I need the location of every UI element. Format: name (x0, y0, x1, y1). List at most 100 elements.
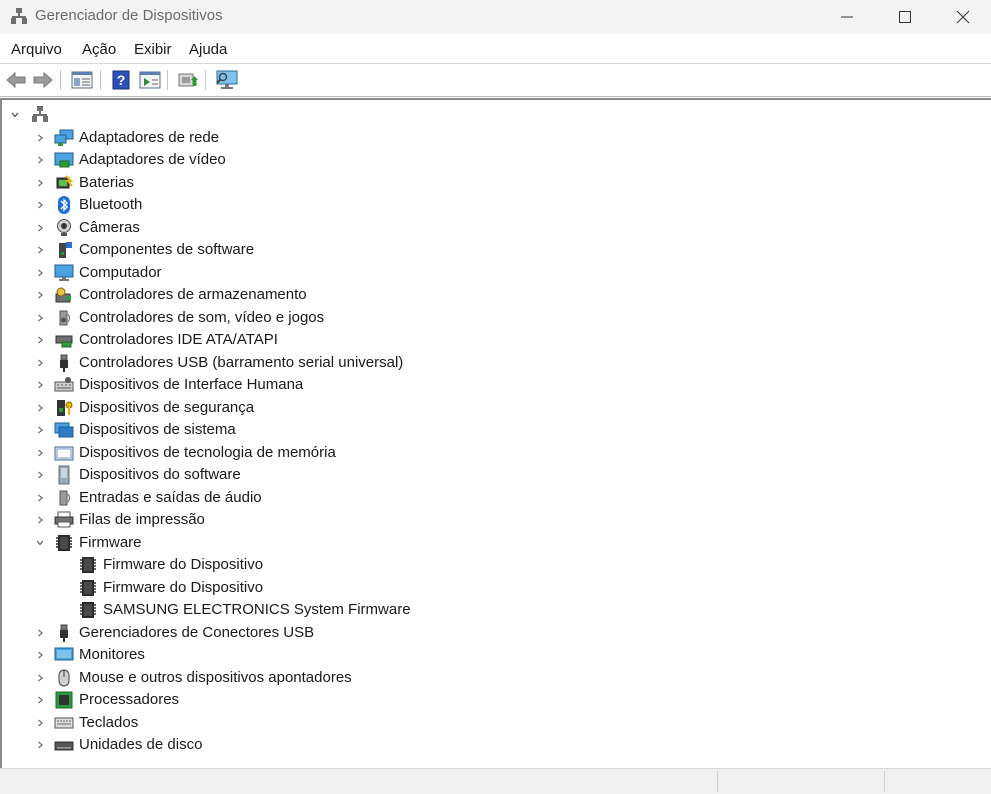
tree-category[interactable]: Componentes de software (2, 239, 602, 261)
tree-category[interactable]: Entradas e saídas de áudio (2, 487, 602, 509)
forward-button[interactable] (31, 68, 55, 92)
tree-category-label: Adaptadores de rede (79, 128, 220, 146)
tree-category-label: Controladores IDE ATA/ATAPI (79, 331, 278, 348)
tree-category[interactable]: Firmware (2, 532, 602, 554)
minimize-button[interactable] (824, 0, 870, 34)
run-icon (139, 71, 161, 89)
scan-hardware-button[interactable] (215, 68, 239, 92)
tree-category[interactable]: Filas de impressão (2, 509, 602, 531)
maximize-button[interactable] (882, 0, 928, 34)
chevron-right-icon[interactable] (35, 335, 45, 345)
tree-category-label: Filas de impressão (79, 511, 205, 528)
chevron-right-icon[interactable] (35, 290, 45, 300)
tree-category[interactable]: Processadores (2, 689, 602, 711)
network-adapter-icon (54, 129, 74, 146)
chevron-right-icon[interactable] (35, 133, 45, 143)
tree-category[interactable]: Adaptadores de rede (2, 127, 602, 149)
tree-device[interactable]: Firmware do Dispositivo (2, 577, 602, 599)
tree-category[interactable]: Teclados (2, 712, 602, 734)
chevron-right-icon[interactable] (35, 155, 45, 165)
tree-category[interactable]: Monitores (2, 644, 602, 666)
tree-root[interactable] (2, 104, 202, 126)
properties-button[interactable] (70, 68, 94, 92)
audio-io-icon (59, 490, 71, 505)
chevron-right-icon[interactable] (35, 470, 45, 480)
chevron-right-icon[interactable] (35, 223, 45, 233)
chevron-right-icon[interactable] (35, 740, 45, 750)
tree-device-label: SAMSUNG ELECTRONICS System Firmware (103, 601, 411, 618)
tree-category[interactable]: Bluetooth (2, 194, 602, 216)
chevron-right-icon[interactable] (35, 313, 45, 323)
tree-device[interactable]: SAMSUNG ELECTRONICS System Firmware (2, 599, 602, 621)
firmware-icon (80, 602, 96, 618)
chevron-right-icon[interactable] (35, 403, 45, 413)
tree-category[interactable]: Dispositivos de sistema (2, 419, 602, 441)
chevron-right-icon[interactable] (35, 245, 45, 255)
hid-icon (54, 377, 74, 392)
chevron-right-icon[interactable] (35, 718, 45, 728)
back-button[interactable] (4, 68, 28, 92)
tree-category[interactable]: Controladores IDE ATA/ATAPI (2, 329, 602, 351)
tree-category[interactable]: Controladores de som, vídeo e jogos (2, 307, 602, 329)
tree-device[interactable]: Firmware do Dispositivo (2, 554, 602, 576)
tree-category-label: Dispositivos de segurança (79, 398, 255, 416)
chevron-right-icon[interactable] (35, 178, 45, 188)
storage-controller-icon (55, 287, 71, 303)
security-device-icon (57, 399, 73, 416)
chevron-right-icon[interactable] (35, 425, 45, 435)
chevron-right-icon[interactable] (35, 493, 45, 503)
close-icon (956, 10, 970, 24)
tree-category[interactable]: Controladores de armazenamento (2, 284, 602, 306)
title-bar[interactable]: Gerenciador de Dispositivos (0, 0, 991, 34)
chevron-right-icon[interactable] (35, 380, 45, 390)
close-button[interactable] (940, 0, 986, 34)
tree-category[interactable]: Dispositivos do software (2, 464, 602, 486)
menu-acao[interactable]: Ação (82, 41, 116, 58)
tree-category[interactable]: Gerenciadores de Conectores USB (2, 622, 602, 644)
firmware-icon (80, 579, 96, 596)
toolbar-separator (60, 70, 61, 90)
run-button[interactable] (138, 68, 162, 92)
chevron-down-icon[interactable] (35, 538, 45, 548)
chevron-right-icon[interactable] (35, 650, 45, 660)
chevron-right-icon[interactable] (35, 515, 45, 525)
chevron-down-icon[interactable] (10, 110, 20, 120)
menu-exibir[interactable]: Exibir (134, 41, 172, 58)
chevron-right-icon[interactable] (35, 200, 45, 210)
help-button[interactable]: ? (109, 68, 133, 92)
chevron-right-icon[interactable] (35, 673, 45, 683)
scan-hardware-icon (216, 70, 238, 89)
tree-category[interactable]: Dispositivos de tecnologia de memória (2, 442, 602, 464)
chevron-right-icon[interactable] (35, 358, 45, 368)
chevron-right-icon[interactable] (35, 448, 45, 458)
tree-category-label: Monitores (79, 646, 145, 663)
tree-category[interactable]: Baterias (2, 172, 602, 194)
chevron-right-icon[interactable] (35, 695, 45, 705)
tree-category[interactable]: Mouse e outros dispositivos apontadores (2, 667, 602, 689)
tree-category-label: Controladores de armazenamento (79, 286, 307, 303)
toolbar-separator (167, 70, 168, 90)
tree-category[interactable]: Dispositivos de segurança (2, 397, 602, 419)
tree-category[interactable]: Controladores USB (barramento serial uni… (2, 352, 602, 374)
tree-category[interactable]: Dispositivos de Interface Humana (2, 374, 602, 396)
update-driver-button[interactable] (176, 68, 200, 92)
battery-icon (56, 174, 74, 188)
tree-category[interactable]: Computador (2, 262, 602, 284)
computer-icon (54, 264, 74, 281)
software-component-icon (59, 242, 72, 258)
mouse-icon (58, 669, 70, 686)
device-tree[interactable]: Adaptadores de rede Adaptadores de vídeo B… (0, 98, 991, 768)
menu-arquivo[interactable]: Arquivo (11, 41, 62, 58)
tree-category-label: Baterias (79, 173, 135, 191)
chevron-right-icon[interactable] (35, 628, 45, 638)
back-arrow-icon (6, 71, 26, 89)
speaker-icon (59, 310, 71, 325)
status-separator (884, 771, 885, 792)
menu-ajuda[interactable]: Ajuda (189, 41, 227, 58)
tree-category[interactable]: Câmeras (2, 217, 602, 239)
tree-category-label: Controladores de som, vídeo e jogos (79, 308, 325, 326)
tree-category[interactable]: Unidades de disco (2, 734, 602, 756)
tree-category[interactable]: Adaptadores de vídeo (2, 149, 602, 171)
chevron-right-icon[interactable] (35, 268, 45, 278)
tree-category-label: Câmeras (79, 218, 140, 236)
